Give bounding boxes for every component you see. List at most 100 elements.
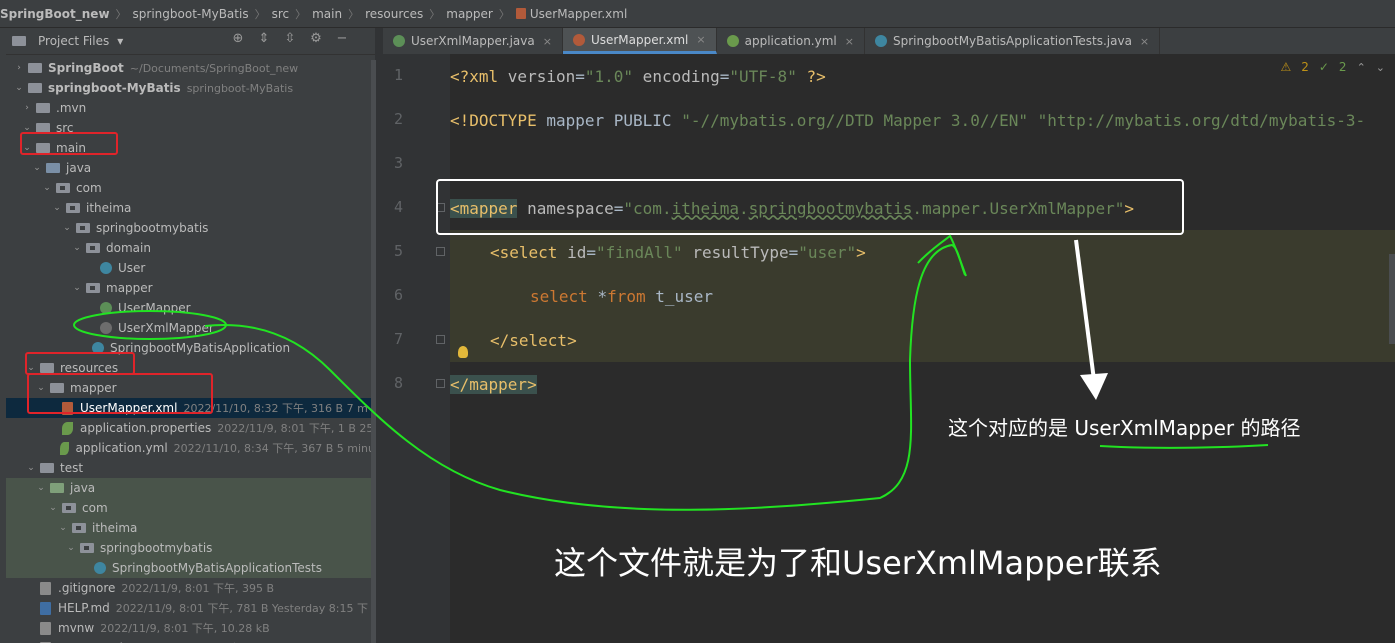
inspection-widget[interactable]: ⚠ 2 ✓ 2 ⌃ ⌄: [1280, 60, 1385, 74]
tree-item[interactable]: ⌄ test: [6, 458, 375, 478]
code-line-1[interactable]: <?xml version = "1.0" encoding = "UTF-8" ?>: [450, 54, 826, 98]
breadcrumb-item[interactable]: SpringBoot_new: [0, 7, 110, 21]
tree-item[interactable]: .gitignore 2022/11/9, 8:01 下午, 395 B: [6, 578, 375, 598]
breadcrumb-item[interactable]: src: [272, 7, 290, 21]
hide-icon[interactable]: −: [335, 31, 349, 46]
tree-item[interactable]: mvnw 2022/11/9, 8:01 下午, 10.28 kB: [6, 618, 375, 638]
fold-marker[interactable]: [436, 335, 445, 344]
package-icon: [80, 543, 94, 553]
chevron-icon[interactable]: ›: [22, 103, 32, 113]
chevron-icon[interactable]: ⌄: [32, 163, 42, 173]
chevron-down-icon[interactable]: ⌄: [1376, 61, 1385, 74]
chevron-icon[interactable]: ⌄: [52, 203, 62, 213]
tree-item[interactable]: UserMapper: [6, 298, 375, 318]
project-view-selector[interactable]: Project Files: [38, 34, 109, 48]
locate-icon[interactable]: ⊕: [231, 31, 245, 46]
tree-item[interactable]: ⌄ springbootmybatis: [6, 538, 375, 558]
code-line-2[interactable]: <!DOCTYPE mapper PUBLIC "-//mybatis.org/…: [450, 98, 1365, 142]
tree-item-label: SpringBoot: [48, 61, 124, 75]
close-icon[interactable]: ×: [1140, 35, 1149, 48]
line-number: 4: [393, 198, 403, 216]
panel-divider[interactable]: [375, 28, 383, 643]
breadcrumb-item[interactable]: springboot-MyBatis: [133, 7, 249, 21]
tree-item[interactable]: ⌄ com: [6, 498, 375, 518]
xml-file-icon: [515, 8, 526, 19]
tree-item[interactable]: ⌄ java: [6, 478, 375, 498]
line-number: 5: [393, 242, 403, 260]
code-line-8[interactable]: </mapper>: [450, 362, 537, 406]
code-line-5[interactable]: <select id = "findAll" resultType = "user" >: [490, 230, 866, 274]
tree-item[interactable]: application.properties 2022/11/9, 8:01 下午…: [6, 418, 375, 438]
tree-item[interactable]: application.yml 2022/11/10, 8:34 下午, 367 …: [6, 438, 375, 458]
editor-tab[interactable]: UserXmlMapper.java ×: [383, 28, 563, 54]
tree-item[interactable]: ⌄ springboot-MyBatis springboot-MyBatis: [6, 78, 375, 98]
editor-tab[interactable]: SpringbootMyBatisApplicationTests.java ×: [865, 28, 1161, 54]
chevron-down-icon[interactable]: ▾: [117, 34, 123, 48]
interface-icon: [100, 302, 112, 314]
fold-marker[interactable]: [436, 247, 445, 256]
tree-item[interactable]: mvnw.cmd2022/11/9, 8:01 下午, 6.73 kB: [6, 638, 375, 643]
tree-item[interactable]: ⌄ java: [6, 158, 375, 178]
file-type-icon: [874, 35, 887, 47]
tree-item-label: UserMapper: [118, 301, 191, 315]
tree-item[interactable]: ⌄ domain: [6, 238, 375, 258]
text-file-icon: [40, 581, 51, 595]
warning-icon: ⚠: [1280, 60, 1292, 74]
close-icon[interactable]: ×: [696, 33, 705, 46]
chevron-icon[interactable]: ⌄: [62, 223, 72, 233]
tree-item-label: mapper: [106, 281, 153, 295]
chevron-icon[interactable]: ⌄: [72, 283, 82, 293]
code-line-7[interactable]: </select>: [490, 318, 577, 362]
project-scrollbar[interactable]: [371, 60, 376, 643]
chevron-icon[interactable]: ⌄: [58, 523, 68, 533]
fold-marker[interactable]: [436, 379, 445, 388]
close-icon[interactable]: ×: [845, 35, 854, 48]
package-icon: [86, 283, 100, 293]
chevron-up-icon[interactable]: ⌃: [1357, 61, 1366, 74]
expand-all-icon[interactable]: ⇕: [257, 31, 271, 46]
annotation-file-note: 这个文件就是为了和UserXmlMapper联系: [554, 544, 1162, 582]
tree-item[interactable]: User: [6, 258, 375, 278]
chevron-icon[interactable]: ⌄: [66, 543, 76, 553]
breadcrumb-item[interactable]: resources: [365, 7, 423, 21]
close-icon[interactable]: ×: [543, 35, 552, 48]
tree-item[interactable]: SpringbootMyBatisApplicationTests: [6, 558, 375, 578]
breadcrumb-item[interactable]: UserMapper.xml: [530, 7, 627, 21]
tree-item-meta: 2022/11/10, 8:34 下午, 367 B 5 minu: [173, 442, 375, 455]
lightbulb-icon[interactable]: [458, 346, 468, 358]
tree-item[interactable]: ⌄ mapper: [6, 278, 375, 298]
editor-tab[interactable]: application.yml ×: [717, 28, 865, 54]
line-number: 8: [393, 374, 403, 392]
breadcrumb-separator: 〉: [295, 7, 307, 21]
chevron-icon[interactable]: ⌄: [36, 483, 46, 493]
package-icon: [76, 223, 90, 233]
tree-item[interactable]: ⌄ com: [6, 178, 375, 198]
text-file-icon: [40, 621, 51, 635]
package-icon: [86, 243, 100, 253]
chevron-icon[interactable]: ⌄: [42, 183, 52, 193]
code-line-6[interactable]: select * from t_user: [530, 274, 713, 318]
chevron-icon[interactable]: ›: [14, 63, 24, 73]
editor-tab[interactable]: UserMapper.xml ×: [562, 28, 717, 54]
chevron-icon[interactable]: ⌄: [48, 503, 58, 513]
tree-item[interactable]: › SpringBoot ~/Documents/SpringBoot_new: [6, 58, 375, 78]
tree-item[interactable]: UserXmlMapper: [6, 318, 375, 338]
chevron-icon[interactable]: ⌄: [72, 243, 82, 253]
tree-item-label: .gitignore: [58, 581, 116, 595]
gear-icon[interactable]: ⚙: [309, 31, 323, 46]
tree-item[interactable]: › .mvn: [6, 98, 375, 118]
tree-item[interactable]: ⌄ itheima: [6, 198, 375, 218]
source-folder-icon: [46, 163, 60, 173]
tree-item-label: application.yml: [75, 441, 168, 455]
editor-scrollbar[interactable]: [1389, 254, 1395, 344]
tree-item[interactable]: HELP.md 2022/11/9, 8:01 下午, 781 B Yesterd…: [6, 598, 375, 618]
tree-item[interactable]: ⌄ springbootmybatis: [6, 218, 375, 238]
chevron-icon[interactable]: ⌄: [26, 463, 36, 473]
breadcrumb-separator: 〉: [115, 7, 127, 21]
collapse-all-icon[interactable]: ⇳: [283, 31, 297, 46]
breadcrumb-item[interactable]: mapper: [446, 7, 493, 21]
chevron-icon[interactable]: ⌄: [14, 83, 24, 93]
tree-item-label: com: [82, 501, 108, 515]
breadcrumb-item[interactable]: main: [312, 7, 342, 21]
tree-item[interactable]: ⌄ itheima: [6, 518, 375, 538]
